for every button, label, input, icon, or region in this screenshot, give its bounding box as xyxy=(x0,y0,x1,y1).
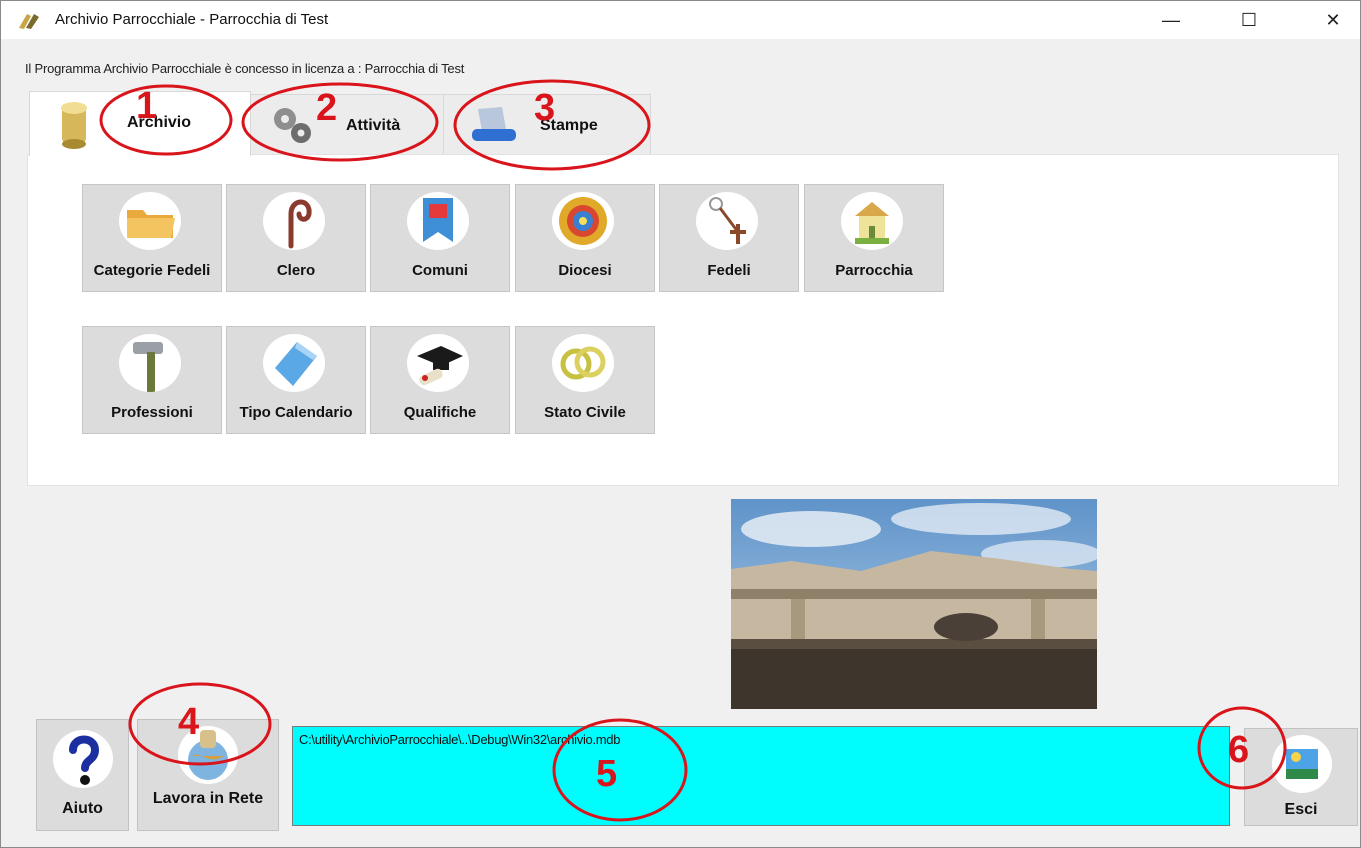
tab-label: Archivio xyxy=(127,114,192,131)
tile-label: Tipo Calendario xyxy=(239,404,353,421)
banner-icon xyxy=(407,192,469,250)
rose-window-icon xyxy=(552,192,614,250)
tile-label: Fedeli xyxy=(707,262,751,279)
tab-attivita[interactable]: Attività xyxy=(250,94,444,154)
minimize-button[interactable]: — xyxy=(1141,1,1201,39)
tab-archivio[interactable]: Archivio xyxy=(29,91,251,156)
exit-label: Esci xyxy=(1284,801,1318,818)
exit-button[interactable]: Esci xyxy=(1244,728,1358,826)
app-logo-icon xyxy=(19,14,39,29)
network-globe-icon xyxy=(178,726,238,784)
tile-label: Qualifiche xyxy=(403,404,477,421)
tile-label: Comuni xyxy=(412,262,468,279)
church-photo xyxy=(731,499,1097,709)
tile-label: Categorie Fedeli xyxy=(93,262,211,279)
tile-stato-civile[interactable]: Stato Civile xyxy=(515,326,655,434)
hammer-icon xyxy=(119,334,181,392)
tile-categorie-fedeli[interactable]: Categorie Fedeli xyxy=(82,184,222,292)
tile-label: Diocesi xyxy=(558,262,612,279)
archivio-panel: Categorie Fedeli Clero Comuni Diocesi Fe xyxy=(27,154,1339,486)
tile-label: Clero xyxy=(276,262,316,279)
maximize-button[interactable]: ☐ xyxy=(1219,1,1279,39)
help-button[interactable]: Aiuto xyxy=(36,719,129,831)
graduation-cap-icon xyxy=(407,334,469,392)
tab-label: Stampe xyxy=(540,117,598,134)
tile-label: Stato Civile xyxy=(544,404,626,421)
tile-tipo-calendario[interactable]: Tipo Calendario xyxy=(226,326,366,434)
crozier-icon xyxy=(263,192,325,250)
exit-picture-icon xyxy=(1272,735,1332,793)
window-title: Archivio Parrocchiale - Parrocchia di Te… xyxy=(55,11,329,28)
folder-icon xyxy=(119,192,181,250)
app-window: Archivio Parrocchiale - Parrocchia di Te… xyxy=(0,0,1361,848)
church-icon xyxy=(841,192,903,250)
tab-label: Attività xyxy=(346,117,401,134)
database-path-field[interactable]: C:\utility\ArchivioParrocchiale\..\Debug… xyxy=(292,726,1230,826)
tile-qualifiche[interactable]: Qualifiche xyxy=(370,326,510,434)
network-label: Lavora in Rete xyxy=(152,790,264,807)
title-bar: Archivio Parrocchiale - Parrocchia di Te… xyxy=(1,1,1360,39)
calendar-icon xyxy=(263,334,325,392)
printer-icon xyxy=(472,107,516,141)
tile-parrocchia[interactable]: Parrocchia xyxy=(804,184,944,292)
tile-professioni[interactable]: Professioni xyxy=(82,326,222,434)
question-mark-icon xyxy=(53,730,113,788)
license-text: Il Programma Archivio Parrocchiale è con… xyxy=(25,61,465,76)
rosary-icon xyxy=(696,192,758,250)
scroll-icon xyxy=(61,102,87,149)
tile-diocesi[interactable]: Diocesi xyxy=(515,184,655,292)
tile-comuni[interactable]: Comuni xyxy=(370,184,510,292)
help-label: Aiuto xyxy=(62,800,103,817)
network-button[interactable]: Lavora in Rete xyxy=(137,719,279,831)
tile-clero[interactable]: Clero xyxy=(226,184,366,292)
gears-icon xyxy=(274,108,311,143)
tile-label: Parrocchia xyxy=(835,262,913,279)
tile-label: Professioni xyxy=(111,404,193,421)
close-button[interactable]: ✕ xyxy=(1303,1,1360,39)
tile-fedeli[interactable]: Fedeli xyxy=(659,184,799,292)
tab-stampe[interactable]: Stampe xyxy=(443,94,651,154)
rings-icon xyxy=(552,334,614,392)
